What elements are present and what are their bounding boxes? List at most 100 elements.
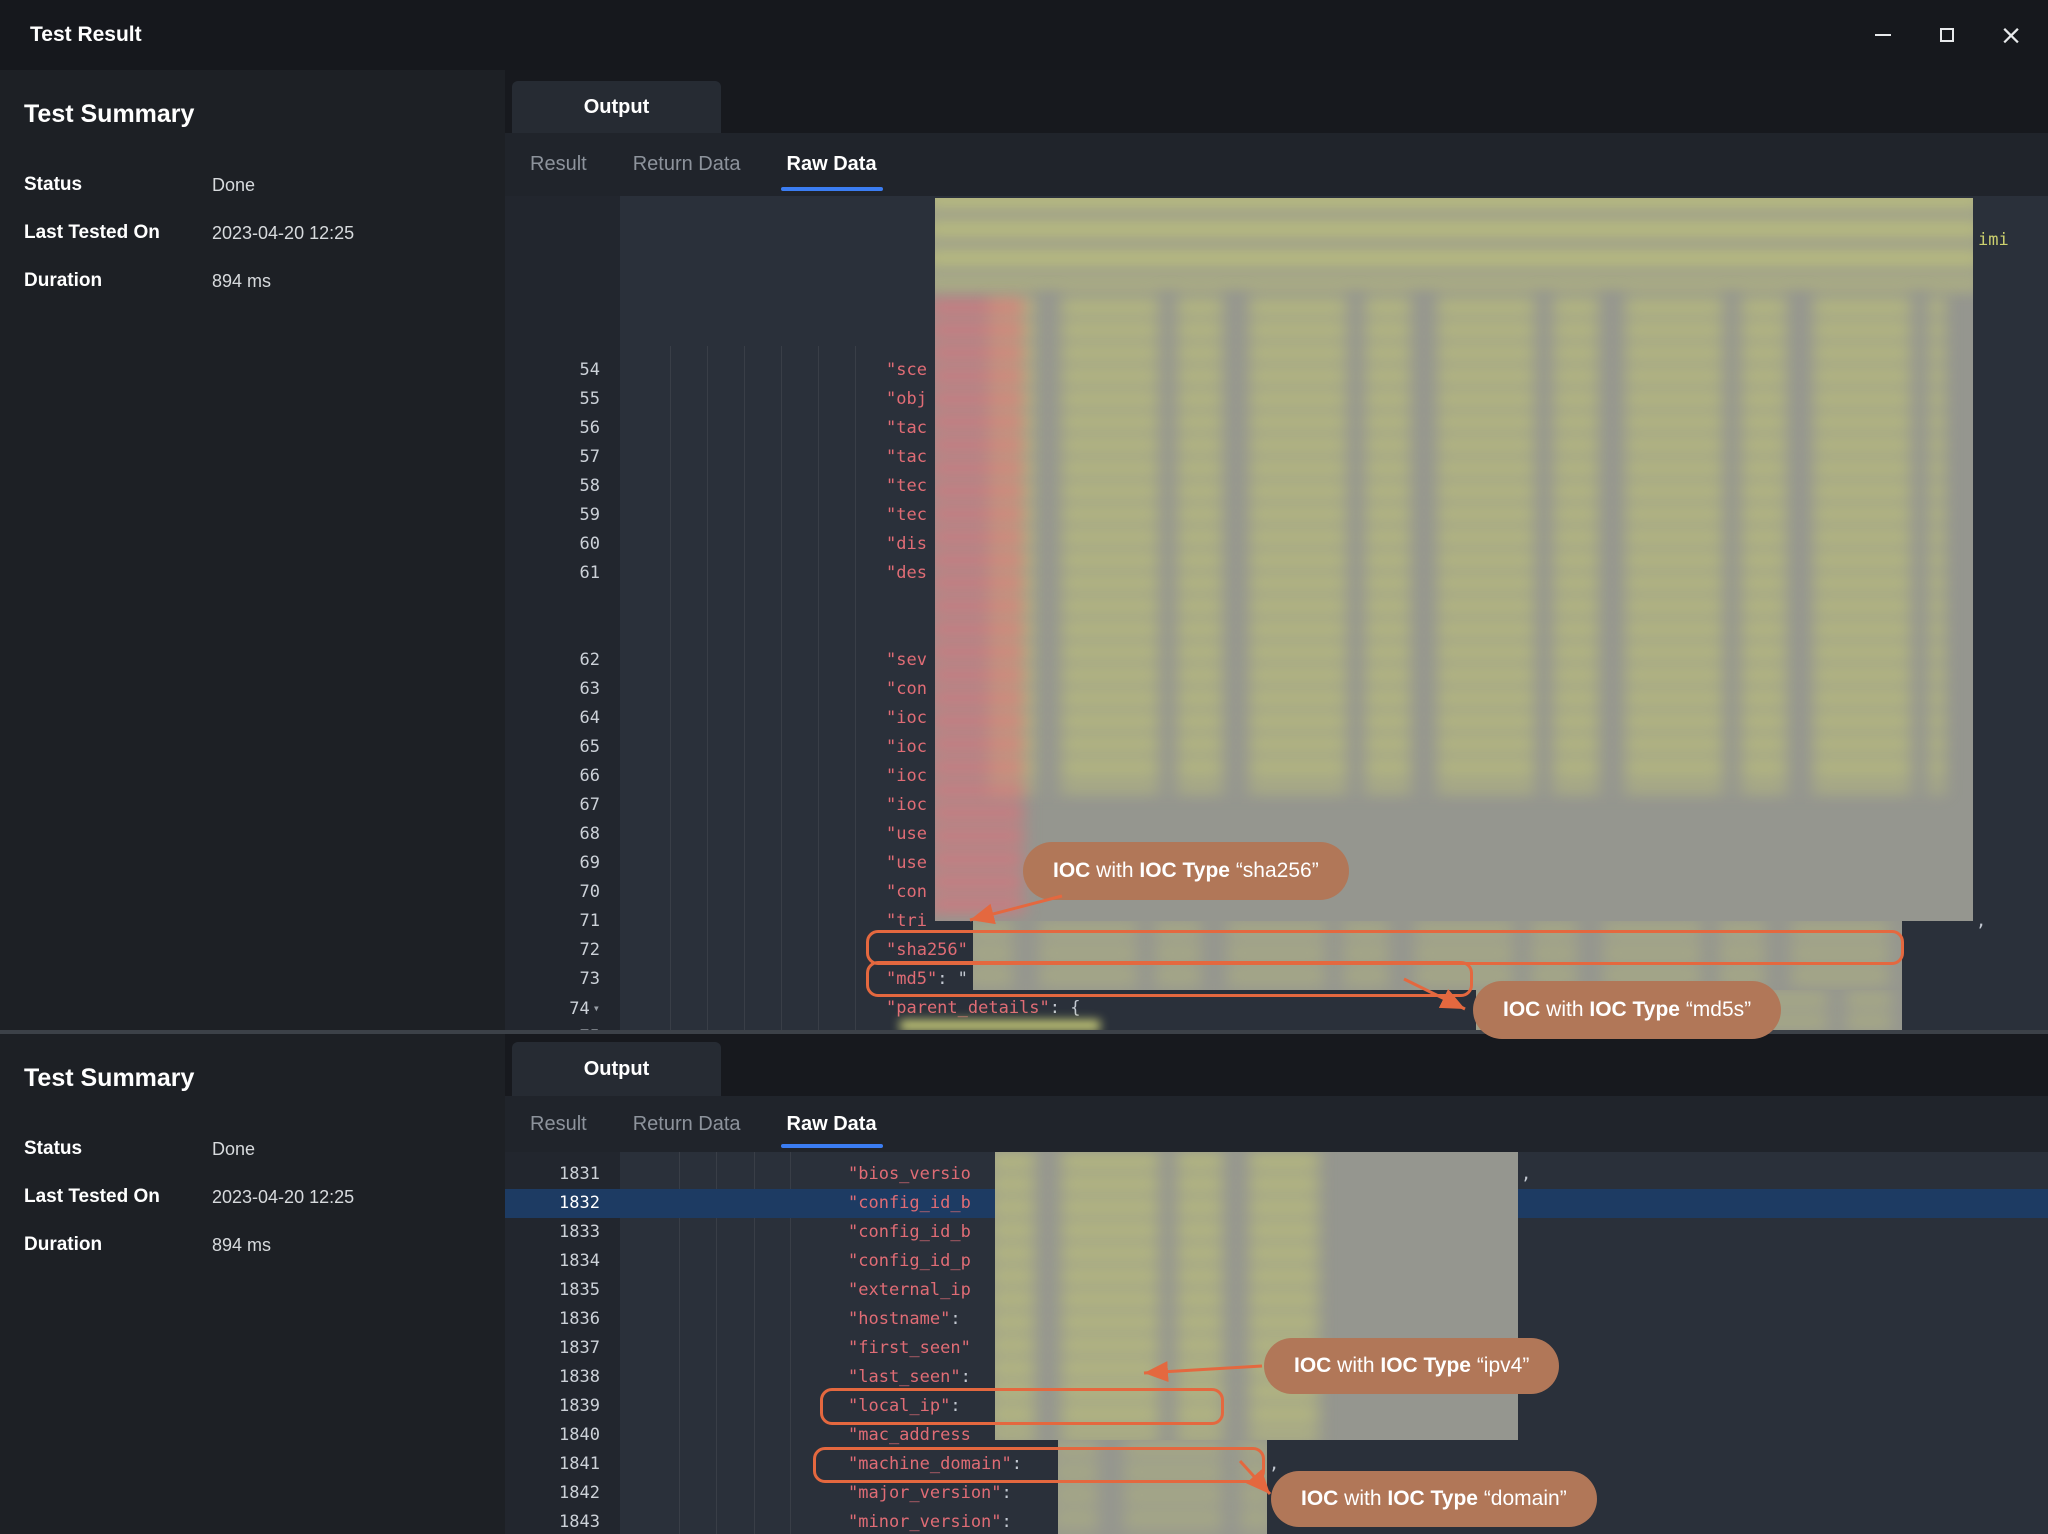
code-line[interactable]: 1841"machine_domain":,: [505, 1450, 2048, 1479]
code-text: "config_id_b: [620, 1218, 971, 1247]
tab-output[interactable]: Output: [512, 1042, 721, 1096]
code-text: "ioc: [620, 733, 927, 762]
line-number: 54: [505, 356, 620, 385]
line-number: 72: [505, 936, 620, 965]
callout-ioc-md5s: IOC with IOC Type “md5s”: [1473, 981, 1781, 1039]
line-number: 71: [505, 907, 620, 936]
json-key: "config_id_b: [848, 1222, 971, 1242]
code-text: "parent_details": {: [620, 994, 1080, 1023]
code-edge-fragment: imi: [1978, 230, 2009, 250]
callout-ioc-ipv4: IOC with IOC Type “ipv4”: [1264, 1338, 1559, 1394]
ioc-outline-machine-domain: [813, 1447, 1265, 1483]
subtab-result[interactable]: Result: [530, 1113, 587, 1136]
callout-text: IOC: [1301, 1487, 1338, 1511]
last-tested-label: Last Tested On: [24, 1186, 212, 1208]
line-number: 1832: [505, 1189, 620, 1218]
subtab-return-data[interactable]: Return Data: [633, 1113, 741, 1136]
ioc-outline-md5: [866, 961, 1473, 997]
status-label: Status: [24, 174, 212, 196]
line-number: 63: [505, 675, 620, 704]
json-key: "tec: [886, 505, 927, 525]
json-key: "parent_details": [886, 998, 1050, 1018]
line-number: 57: [505, 443, 620, 472]
maximize-icon: [1940, 28, 1954, 42]
callout-text: with: [1090, 859, 1139, 883]
summary-row-duration: Duration 894 ms: [24, 1234, 474, 1256]
line-number: 1842: [505, 1479, 620, 1508]
callout-text: IOC: [1294, 1354, 1331, 1378]
line-number: 67: [505, 791, 620, 820]
summary-row-duration: Duration 894 ms: [24, 270, 474, 292]
minimize-button[interactable]: [1868, 20, 1898, 50]
code-text: "dis: [620, 530, 927, 559]
titlebar: Test Result ×: [0, 0, 2048, 70]
summary-row-last-tested: Last Tested On 2023-04-20 12:25: [24, 1186, 474, 1208]
redacted-blur-region: [935, 198, 1973, 921]
status-label: Status: [24, 1138, 212, 1160]
json-key: "ioc: [886, 766, 927, 786]
close-button[interactable]: ×: [1996, 20, 2026, 50]
line-number: 68: [505, 820, 620, 849]
line-number: 1837: [505, 1334, 620, 1363]
callout-text: IOC Type: [1387, 1487, 1478, 1511]
line-number: 64: [505, 704, 620, 733]
json-key: "obj: [886, 389, 927, 409]
maximize-button[interactable]: [1932, 20, 1962, 50]
line-number: 56: [505, 414, 620, 443]
subtab-raw-data[interactable]: Raw Data: [787, 1113, 877, 1136]
blurred-text-ghost: [935, 294, 1024, 921]
subtab-return-data[interactable]: Return Data: [633, 153, 741, 176]
tab-output[interactable]: Output: [512, 81, 721, 133]
json-punctuation: ,: [1269, 1450, 1279, 1479]
json-key: "last_seen": [848, 1367, 961, 1387]
line-number: 75: [505, 1023, 620, 1030]
callout-ioc-domain: IOC with IOC Type “domain”: [1271, 1471, 1597, 1527]
code-text: "obj: [620, 385, 927, 414]
minimize-icon: [1875, 34, 1891, 36]
json-key: "ioc: [886, 737, 927, 757]
summary-row-status: Status Done: [24, 1138, 474, 1160]
code-text: [620, 588, 886, 617]
json-punctuation: :: [1002, 1512, 1012, 1532]
code-text: "major_version":: [620, 1479, 1012, 1508]
test-summary-sidebar: Test Summary Status Done Last Tested On …: [0, 1034, 505, 1534]
line-number: 1836: [505, 1305, 620, 1334]
json-key: "des: [886, 563, 927, 583]
window-title: Test Result: [30, 23, 142, 47]
last-tested-value: 2023-04-20 12:25: [212, 1186, 354, 1208]
json-key: "con: [886, 882, 927, 902]
line-number: 60: [505, 530, 620, 559]
line-number: 61: [505, 559, 620, 588]
duration-value: 894 ms: [212, 1234, 271, 1256]
json-punctuation: ,: [1976, 907, 1986, 936]
line-number: 65: [505, 733, 620, 762]
code-text: "ioc: [620, 791, 927, 820]
tab-strip: Output: [505, 70, 2048, 133]
json-key: "con: [886, 679, 927, 699]
json-key: "config_id_p: [848, 1251, 971, 1271]
code-text: "con: [620, 675, 927, 704]
code-text: "tec: [620, 472, 927, 501]
json-punctuation: ,: [1521, 1160, 1531, 1189]
line-number: 66: [505, 762, 620, 791]
subtab-result[interactable]: Result: [530, 153, 587, 176]
test-summary-heading: Test Summary: [24, 1064, 194, 1093]
callout-text: IOC: [1053, 859, 1090, 883]
line-number: 1841: [505, 1450, 620, 1479]
window-controls: ×: [1868, 0, 2026, 70]
fold-arrow-icon[interactable]: ▾: [593, 1001, 600, 1015]
test-result-window: Test Result × Test Summary Status Done L…: [0, 0, 2048, 1534]
callout-text: with: [1338, 1487, 1387, 1511]
code-text: "sev: [620, 646, 927, 675]
test-summary-heading: Test Summary: [24, 100, 194, 129]
duration-label: Duration: [24, 270, 212, 292]
callout-text: IOC Type: [1589, 998, 1680, 1022]
code-text: "hostname":: [620, 1305, 961, 1334]
code-text: "bios_versio: [620, 1160, 971, 1189]
json-punctuation: :: [961, 1367, 971, 1387]
json-key: "minor_version": [848, 1512, 1002, 1532]
status-value: Done: [212, 174, 255, 196]
subtab-raw-data[interactable]: Raw Data: [787, 153, 877, 176]
callout-text: IOC: [1503, 998, 1540, 1022]
json-key: "sev: [886, 650, 927, 670]
